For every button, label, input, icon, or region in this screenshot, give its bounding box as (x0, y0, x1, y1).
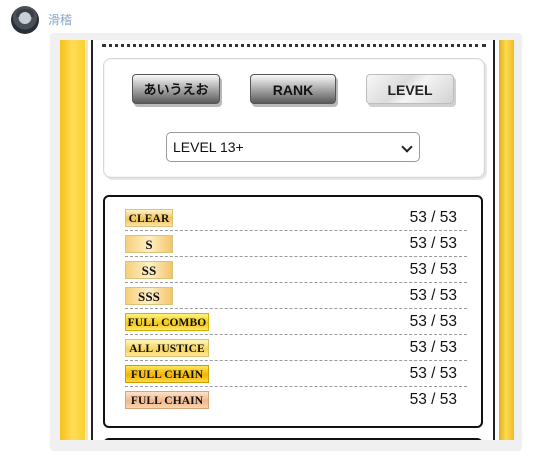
stat-value: 53 / 53 (409, 287, 457, 304)
full-combo-badge: FULL COMBO (125, 313, 209, 331)
stat-row-sss: SSS 53 / 53 (125, 283, 467, 309)
left-gold-stripe (60, 40, 88, 440)
user-avatar[interactable] (11, 6, 39, 34)
stat-value: 53 / 53 (409, 209, 457, 226)
stat-value: 53 / 53 (409, 365, 457, 382)
stat-row-full-chain-gold: FULL CHAIN 53 / 53 (125, 361, 467, 387)
sort-aiueo-button[interactable]: あいうえお (132, 74, 220, 104)
sort-level-button[interactable]: LEVEL (366, 74, 454, 104)
stat-row-full-combo: FULL COMBO 53 / 53 (125, 309, 467, 335)
next-panel-edge (103, 438, 483, 440)
stat-row-full-chain-platinum: FULL CHAIN 53 / 53 (125, 387, 467, 413)
avatar-face-shape (19, 12, 31, 24)
level-select-value: LEVEL 13+ (173, 139, 244, 155)
right-gold-stripe (499, 40, 513, 440)
clear-badge: CLEAR (125, 209, 173, 227)
stat-row-clear: CLEAR 53 / 53 (125, 205, 467, 231)
full-chain-platinum-badge: FULL CHAIN (125, 391, 209, 409)
stat-value: 53 / 53 (409, 235, 457, 252)
stat-value: 53 / 53 (409, 261, 457, 278)
stat-row-s: S 53 / 53 (125, 231, 467, 257)
shared-screenshot[interactable]: あいうえお RANK LEVEL LEVEL 13+ CLEAR 53 / 53… (60, 40, 514, 440)
sort-panel: あいうえお RANK LEVEL LEVEL 13+ (103, 58, 485, 178)
stat-value: 53 / 53 (409, 313, 457, 330)
sort-rank-button[interactable]: RANK (250, 74, 336, 104)
ss-badge: SS (125, 261, 173, 279)
sss-badge: SSS (125, 287, 173, 305)
stat-value: 53 / 53 (409, 339, 457, 356)
dotted-divider (102, 44, 486, 47)
stat-value: 53 / 53 (409, 391, 457, 408)
stats-table: CLEAR 53 / 53 S 53 / 53 SS 53 / 53 SSS 5… (103, 195, 483, 428)
username[interactable]: 滑稽 (48, 11, 72, 28)
chevron-down-icon (401, 141, 413, 153)
s-badge: S (125, 235, 173, 253)
stat-row-ss: SS 53 / 53 (125, 257, 467, 283)
full-chain-gold-badge: FULL CHAIN (125, 365, 209, 383)
stat-row-all-justice: ALL JUSTICE 53 / 53 (125, 335, 467, 361)
level-select[interactable]: LEVEL 13+ (166, 132, 420, 162)
all-justice-badge: ALL JUSTICE (125, 339, 209, 357)
